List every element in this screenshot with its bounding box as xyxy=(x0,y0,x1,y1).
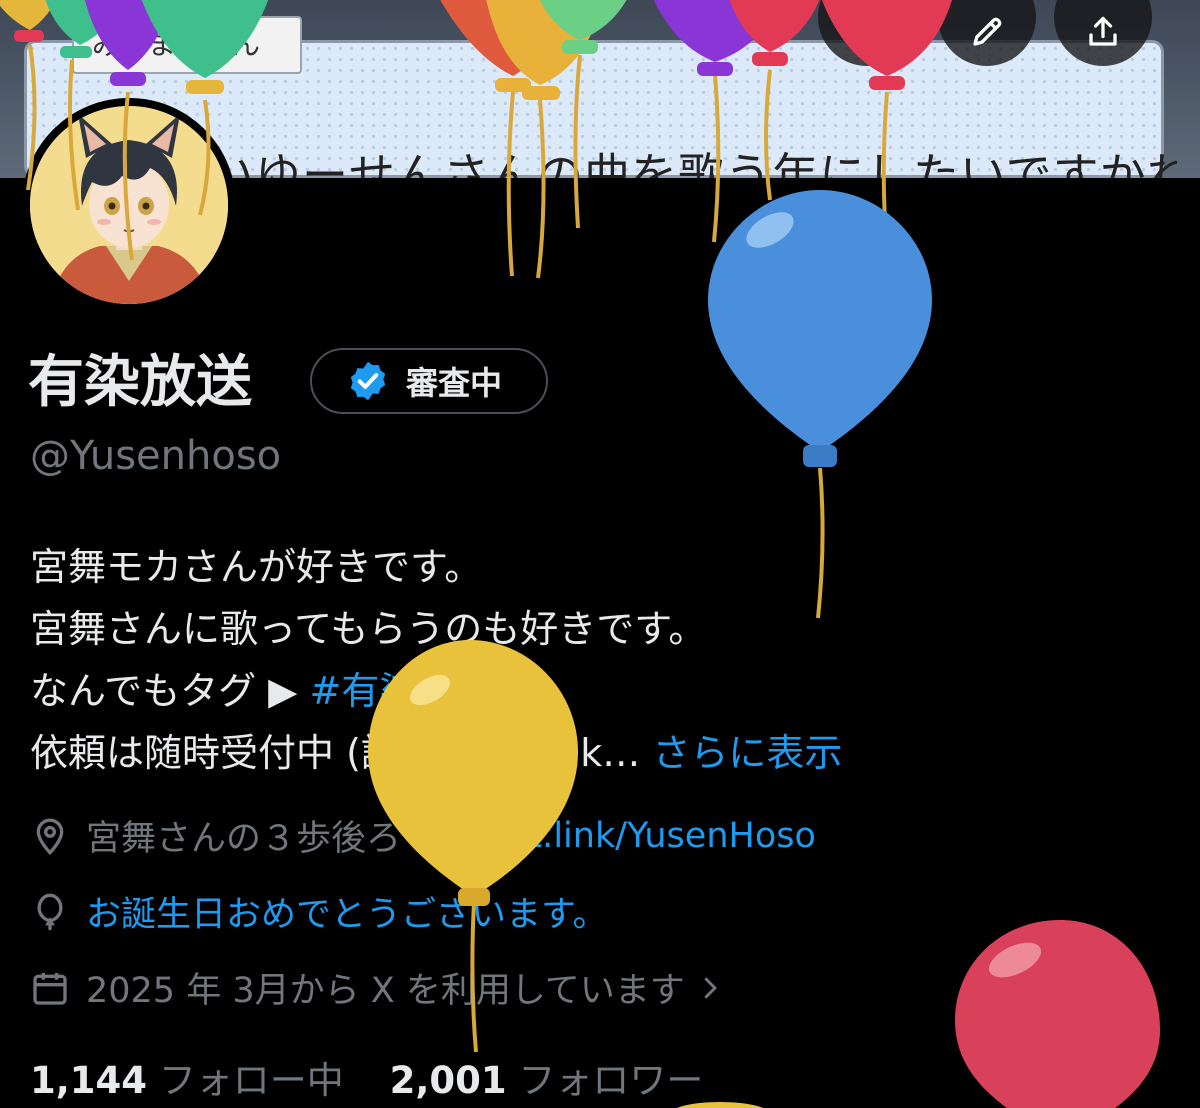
followers-label: フォロワー xyxy=(518,1059,704,1102)
location-pin-icon xyxy=(36,818,64,855)
link-icon xyxy=(457,820,489,851)
follow-stats: 1,144 フォロー中 2,001 フォロワー xyxy=(30,1050,703,1104)
profile-meta-joined[interactable]: 2025 年 3月から X を利用しています xyxy=(30,962,741,1013)
verification-badge[interactable]: 審査中 xyxy=(310,348,548,414)
bio-line-4: 依頼は随時受付中 (詳細は lit link… さらに表示 xyxy=(30,722,1170,784)
profile-meta-location: 宮舞さんの３歩後ろ lit.link/YusenHoso xyxy=(30,810,816,861)
hashtag-link[interactable]: #有染LAN xyxy=(309,669,493,713)
user-handle: @Yusenhoso xyxy=(30,433,282,479)
birthday-text: お誕生日おめでとうございます。 xyxy=(86,895,608,935)
search-icon xyxy=(852,17,883,48)
banner-name-tag: みやまいさん xyxy=(72,16,302,74)
red-balloon xyxy=(955,920,1160,1108)
bio-line-4-text: 依頼は随時受付中 (詳細は lit link… xyxy=(30,731,653,775)
location-text: 宮舞さんの３歩後ろ xyxy=(86,819,402,859)
verified-icon xyxy=(350,361,386,401)
website-link[interactable]: lit.link/YusenHoso xyxy=(509,816,816,856)
following-stat[interactable]: 1,144 フォロー中 xyxy=(30,1059,344,1102)
chevron-right-icon xyxy=(704,977,717,998)
bio-line-2: 宮舞さんに歌ってもらうのも好きです。 xyxy=(30,607,707,651)
badge-label: 審査中 xyxy=(406,364,503,402)
following-count: 1,144 xyxy=(30,1059,148,1102)
show-more-link[interactable]: さらに表示 xyxy=(652,731,842,775)
profile-meta-birthday: お誕生日おめでとうございます。 xyxy=(30,886,608,937)
joined-text: 2025 年 3月から X を利用しています xyxy=(86,971,685,1011)
profile-avatar[interactable] xyxy=(22,98,236,312)
avatar-image xyxy=(30,106,228,304)
edit-icon xyxy=(973,17,1002,46)
balloon-icon xyxy=(37,893,63,930)
blue-balloon xyxy=(708,190,932,467)
banner-caption: いっぱいゆーせんさんの曲を歌う年にしたいですかね xyxy=(67,148,1177,178)
following-label: フォロー中 xyxy=(158,1059,344,1102)
calendar-icon xyxy=(33,972,67,1005)
followers-stat[interactable]: 2,001 フォロワー xyxy=(390,1059,704,1102)
profile-bio: 宮舞モカさんが好きです。 宮舞さんに歌ってもらうのも好きです。 なんでもタグ ▶… xyxy=(30,536,1170,784)
bio-line-3: なんでもタグ ▶︎ #有染LAN xyxy=(30,660,1170,722)
display-name: 有染放送 xyxy=(28,350,252,415)
followers-count: 2,001 xyxy=(389,1059,507,1102)
bio-line-1: 宮舞モカさんが好きです。 xyxy=(30,545,483,589)
bio-line-3-text: なんでもタグ ▶︎ xyxy=(30,669,310,713)
share-icon xyxy=(1089,16,1117,46)
